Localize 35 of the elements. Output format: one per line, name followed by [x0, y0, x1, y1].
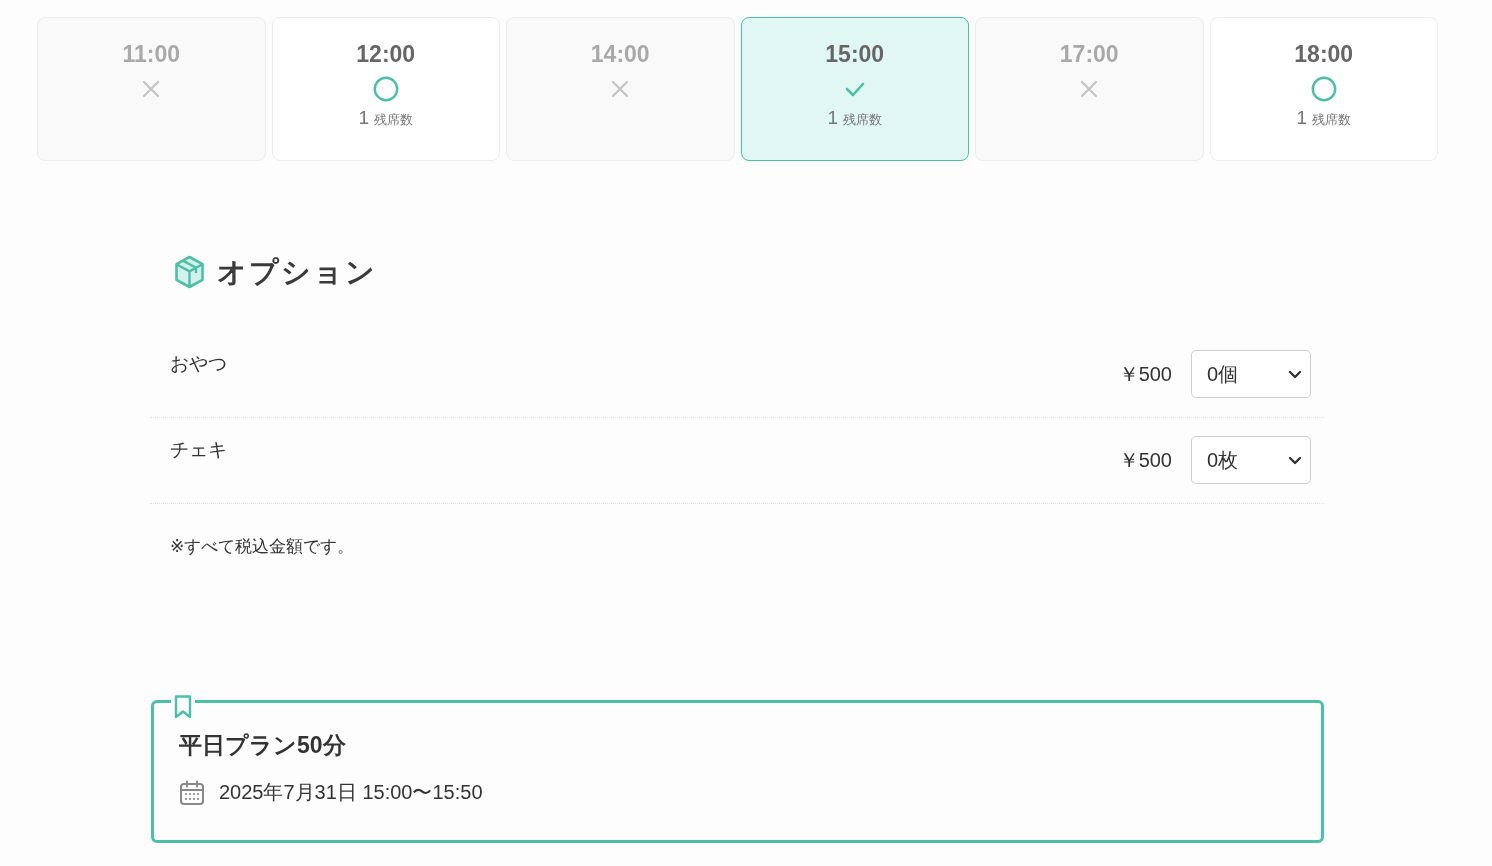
circle-icon — [1310, 76, 1337, 102]
seats-label: 残席数 — [374, 111, 414, 129]
box-icon — [174, 255, 205, 289]
slot-time: 14:00 — [590, 40, 650, 69]
option-name: おやつ — [170, 352, 227, 376]
time-slot-card[interactable]: 12:00 1 残席数 — [271, 17, 500, 161]
circle-icon — [372, 76, 399, 102]
seats-label: 残席数 — [1312, 111, 1352, 129]
check-icon — [844, 81, 865, 97]
seats-count: 1 — [1296, 106, 1308, 130]
seats-label: 残席数 — [843, 111, 883, 129]
plan-title: 平日プラン50分 — [179, 731, 347, 760]
calendar-icon — [179, 779, 205, 806]
slot-time: 17:00 — [1059, 40, 1119, 69]
quantity-select[interactable]: 0枚 — [1191, 436, 1311, 484]
time-slot-card[interactable]: 18:00 1 残席数 — [1209, 17, 1438, 161]
chevron-down-icon — [1288, 455, 1302, 465]
slot-time: 18:00 — [1294, 40, 1354, 69]
quantity-select[interactable]: 0個 — [1191, 350, 1311, 398]
cross-icon — [1080, 80, 1099, 98]
option-price: ￥500 — [1118, 447, 1172, 473]
plan-datetime: 2025年7月31日 15:00〜15:50 — [219, 780, 483, 805]
seats-count: 1 — [827, 106, 839, 130]
section-heading: オプション — [217, 255, 377, 290]
option-name: チェキ — [170, 438, 227, 462]
slot-time: 12:00 — [356, 40, 416, 69]
seats-count: 1 — [358, 106, 370, 130]
slot-time: 11:00 — [122, 40, 181, 69]
tax-note: ※すべて税込金額です。 — [170, 536, 356, 558]
option-price: ￥500 — [1118, 361, 1172, 387]
slot-time: 15:00 — [825, 40, 885, 69]
time-slot-card[interactable]: 15:00 1 残席数 — [740, 17, 969, 161]
cross-icon — [142, 80, 161, 98]
cross-icon — [611, 80, 630, 98]
chevron-down-icon — [1288, 369, 1302, 379]
